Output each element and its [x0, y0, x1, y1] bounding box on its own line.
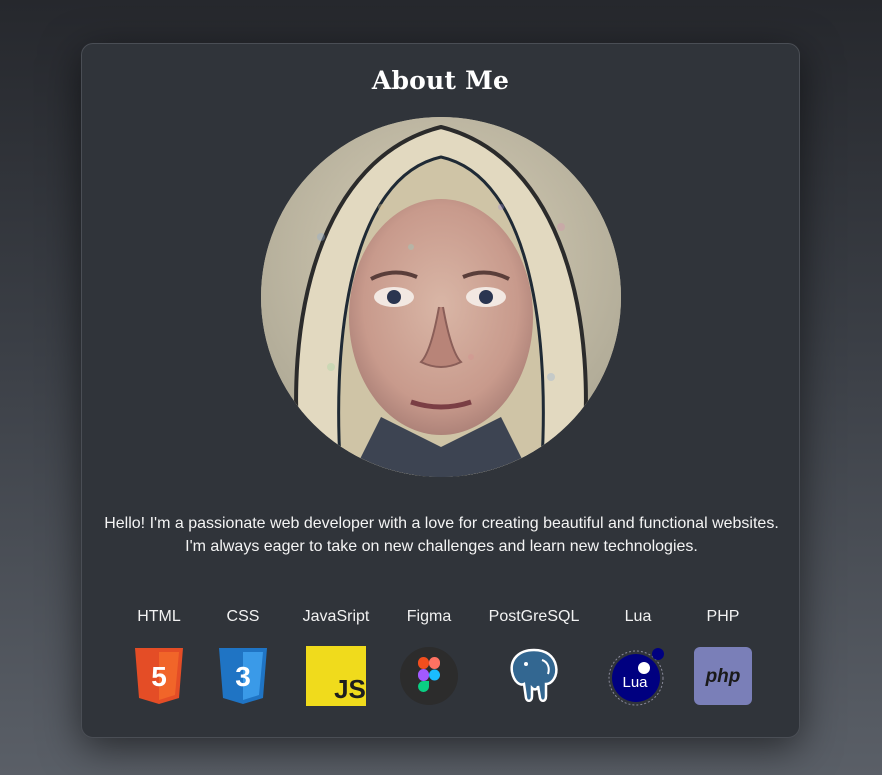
svg-text:3: 3: [235, 661, 251, 692]
css3-icon: 3: [213, 646, 273, 706]
html5-icon: 5: [129, 646, 189, 706]
avatar: [261, 117, 621, 477]
card-title: About Me: [371, 66, 510, 95]
skill-label: PHP: [706, 608, 740, 625]
postgresql-icon: [504, 646, 564, 706]
skill-postgresql: PostGreSQL: [479, 606, 589, 706]
about-card: About Me Hello! I'm a passionate web dev…: [81, 43, 800, 738]
svg-text:php: php: [705, 666, 741, 687]
svg-text:Lua: Lua: [622, 674, 648, 691]
skill-figma: Figma: [374, 606, 484, 706]
skill-label: PostGreSQL: [488, 608, 580, 625]
figma-icon: [399, 646, 459, 706]
svg-text:JS: JS: [334, 674, 366, 704]
javascript-icon: JS: [306, 646, 366, 706]
svg-text:5: 5: [151, 661, 167, 692]
skill-label: Figma: [406, 608, 452, 625]
lua-icon: Lua: [608, 646, 668, 706]
skill-php: PHP php: [668, 606, 778, 706]
php-icon: php: [693, 646, 753, 706]
bio-text: Hello! I'm a passionate web developer wi…: [104, 515, 779, 555]
